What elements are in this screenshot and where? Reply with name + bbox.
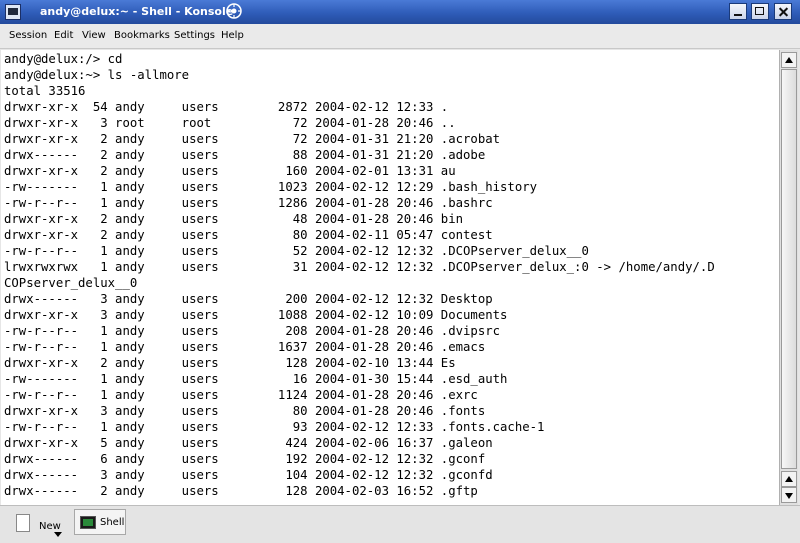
menu-help[interactable]: Help (221, 30, 244, 41)
arrow-up-icon (785, 57, 793, 63)
new-session-button[interactable]: New (10, 511, 68, 539)
scroll-up-button[interactable] (781, 52, 797, 68)
terminal-line: -rw------- 1 andy users 16 2004-01-30 15… (4, 372, 508, 386)
terminal-line: -rw-r--r-- 1 andy users 1286 2004-01-28 … (4, 196, 493, 210)
terminal-line: -rw-r--r-- 1 andy users 52 2004-02-12 12… (4, 244, 589, 258)
menu-view[interactable]: View (82, 30, 106, 41)
terminal-line: -rw-r--r-- 1 andy users 1637 2004-01-28 … (4, 340, 486, 354)
terminal-line: drwxr-xr-x 2 andy users 128 2004-02-10 1… (4, 356, 456, 370)
scrollbar-thumb[interactable] (781, 69, 797, 469)
title-bar: andy@delux:~ - Shell - Konsole (0, 0, 800, 24)
terminal-line: -rw-r--r-- 1 andy users 208 2004-01-28 2… (4, 324, 501, 338)
terminal-line: -rw------- 1 andy users 1023 2004-02-12 … (4, 180, 538, 194)
scroll-down-button[interactable] (781, 487, 797, 503)
menu-settings[interactable]: Settings (174, 30, 215, 41)
kde-logo-icon (226, 3, 242, 19)
terminal-line: drwx------ 3 andy users 104 2004-02-12 1… (4, 468, 493, 482)
minimize-button[interactable] (729, 3, 747, 20)
terminal-line: lrwxrwxrwx 1 andy users 31 2004-02-12 12… (4, 260, 715, 274)
terminal-line: -rw-r--r-- 1 andy users 93 2004-02-12 12… (4, 420, 545, 434)
arrow-down-icon (785, 493, 793, 499)
terminal-line: drwx------ 2 andy users 88 2004-01-31 21… (4, 148, 486, 162)
terminal-line: andy@delux:~> ls -allmore (4, 68, 190, 82)
tab-shell-label: Shell (100, 517, 125, 528)
menu-session[interactable]: Session (9, 30, 47, 41)
terminal-line: drwxr-xr-x 54 andy users 2872 2004-02-12… (4, 100, 449, 114)
new-session-label: New (39, 521, 61, 532)
terminal-output[interactable]: andy@delux:/> cd andy@delux:~> ls -allmo… (1, 50, 779, 505)
new-document-icon (16, 514, 30, 532)
terminal-line: drwx------ 3 andy users 200 2004-02-12 1… (4, 292, 493, 306)
tab-shell[interactable]: Shell (74, 509, 126, 535)
terminal-line: COPserver_delux__0 (4, 276, 138, 290)
session-tab-bar: New Shell (0, 505, 800, 543)
terminal-line: drwxr-xr-x 2 andy users 48 2004-01-28 20… (4, 212, 464, 226)
menu-bookmarks[interactable]: Bookmarks (114, 30, 170, 41)
terminal-line: total 33516 (4, 84, 86, 98)
maximize-button[interactable] (751, 3, 769, 20)
terminal-line: drwx------ 6 andy users 192 2004-02-12 1… (4, 452, 486, 466)
dropdown-arrow-icon[interactable] (54, 532, 62, 537)
menu-edit[interactable]: Edit (54, 30, 73, 41)
window-title: andy@delux:~ - Shell - Konsole (40, 5, 234, 18)
terminal-line: drwx------ 2 andy users 128 2004-02-03 1… (4, 484, 478, 498)
terminal-line: drwxr-xr-x 3 root root 72 2004-01-28 20:… (4, 116, 456, 130)
close-button[interactable] (774, 3, 792, 20)
konsole-icon[interactable] (5, 4, 21, 20)
scroll-up-button-bottom[interactable] (781, 471, 797, 487)
menu-bar: Session Edit View Bookmarks Settings Hel… (0, 24, 800, 49)
vertical-scrollbar[interactable] (779, 50, 798, 505)
terminal-line: -rw-r--r-- 1 andy users 1124 2004-01-28 … (4, 388, 478, 402)
terminal-line: drwxr-xr-x 5 andy users 424 2004-02-06 1… (4, 436, 493, 450)
terminal-line: drwxr-xr-x 2 andy users 72 2004-01-31 21… (4, 132, 501, 146)
terminal-line: drwxr-xr-x 2 andy users 160 2004-02-01 1… (4, 164, 456, 178)
terminal-line: drwxr-xr-x 3 andy users 80 2004-01-28 20… (4, 404, 486, 418)
terminal-line: andy@delux:/> cd (4, 52, 123, 66)
terminal-line: drwxr-xr-x 3 andy users 1088 2004-02-12 … (4, 308, 508, 322)
terminal-line: drwxr-xr-x 2 andy users 80 2004-02-11 05… (4, 228, 493, 242)
arrow-up-icon (785, 476, 793, 482)
terminal-icon (80, 516, 96, 529)
